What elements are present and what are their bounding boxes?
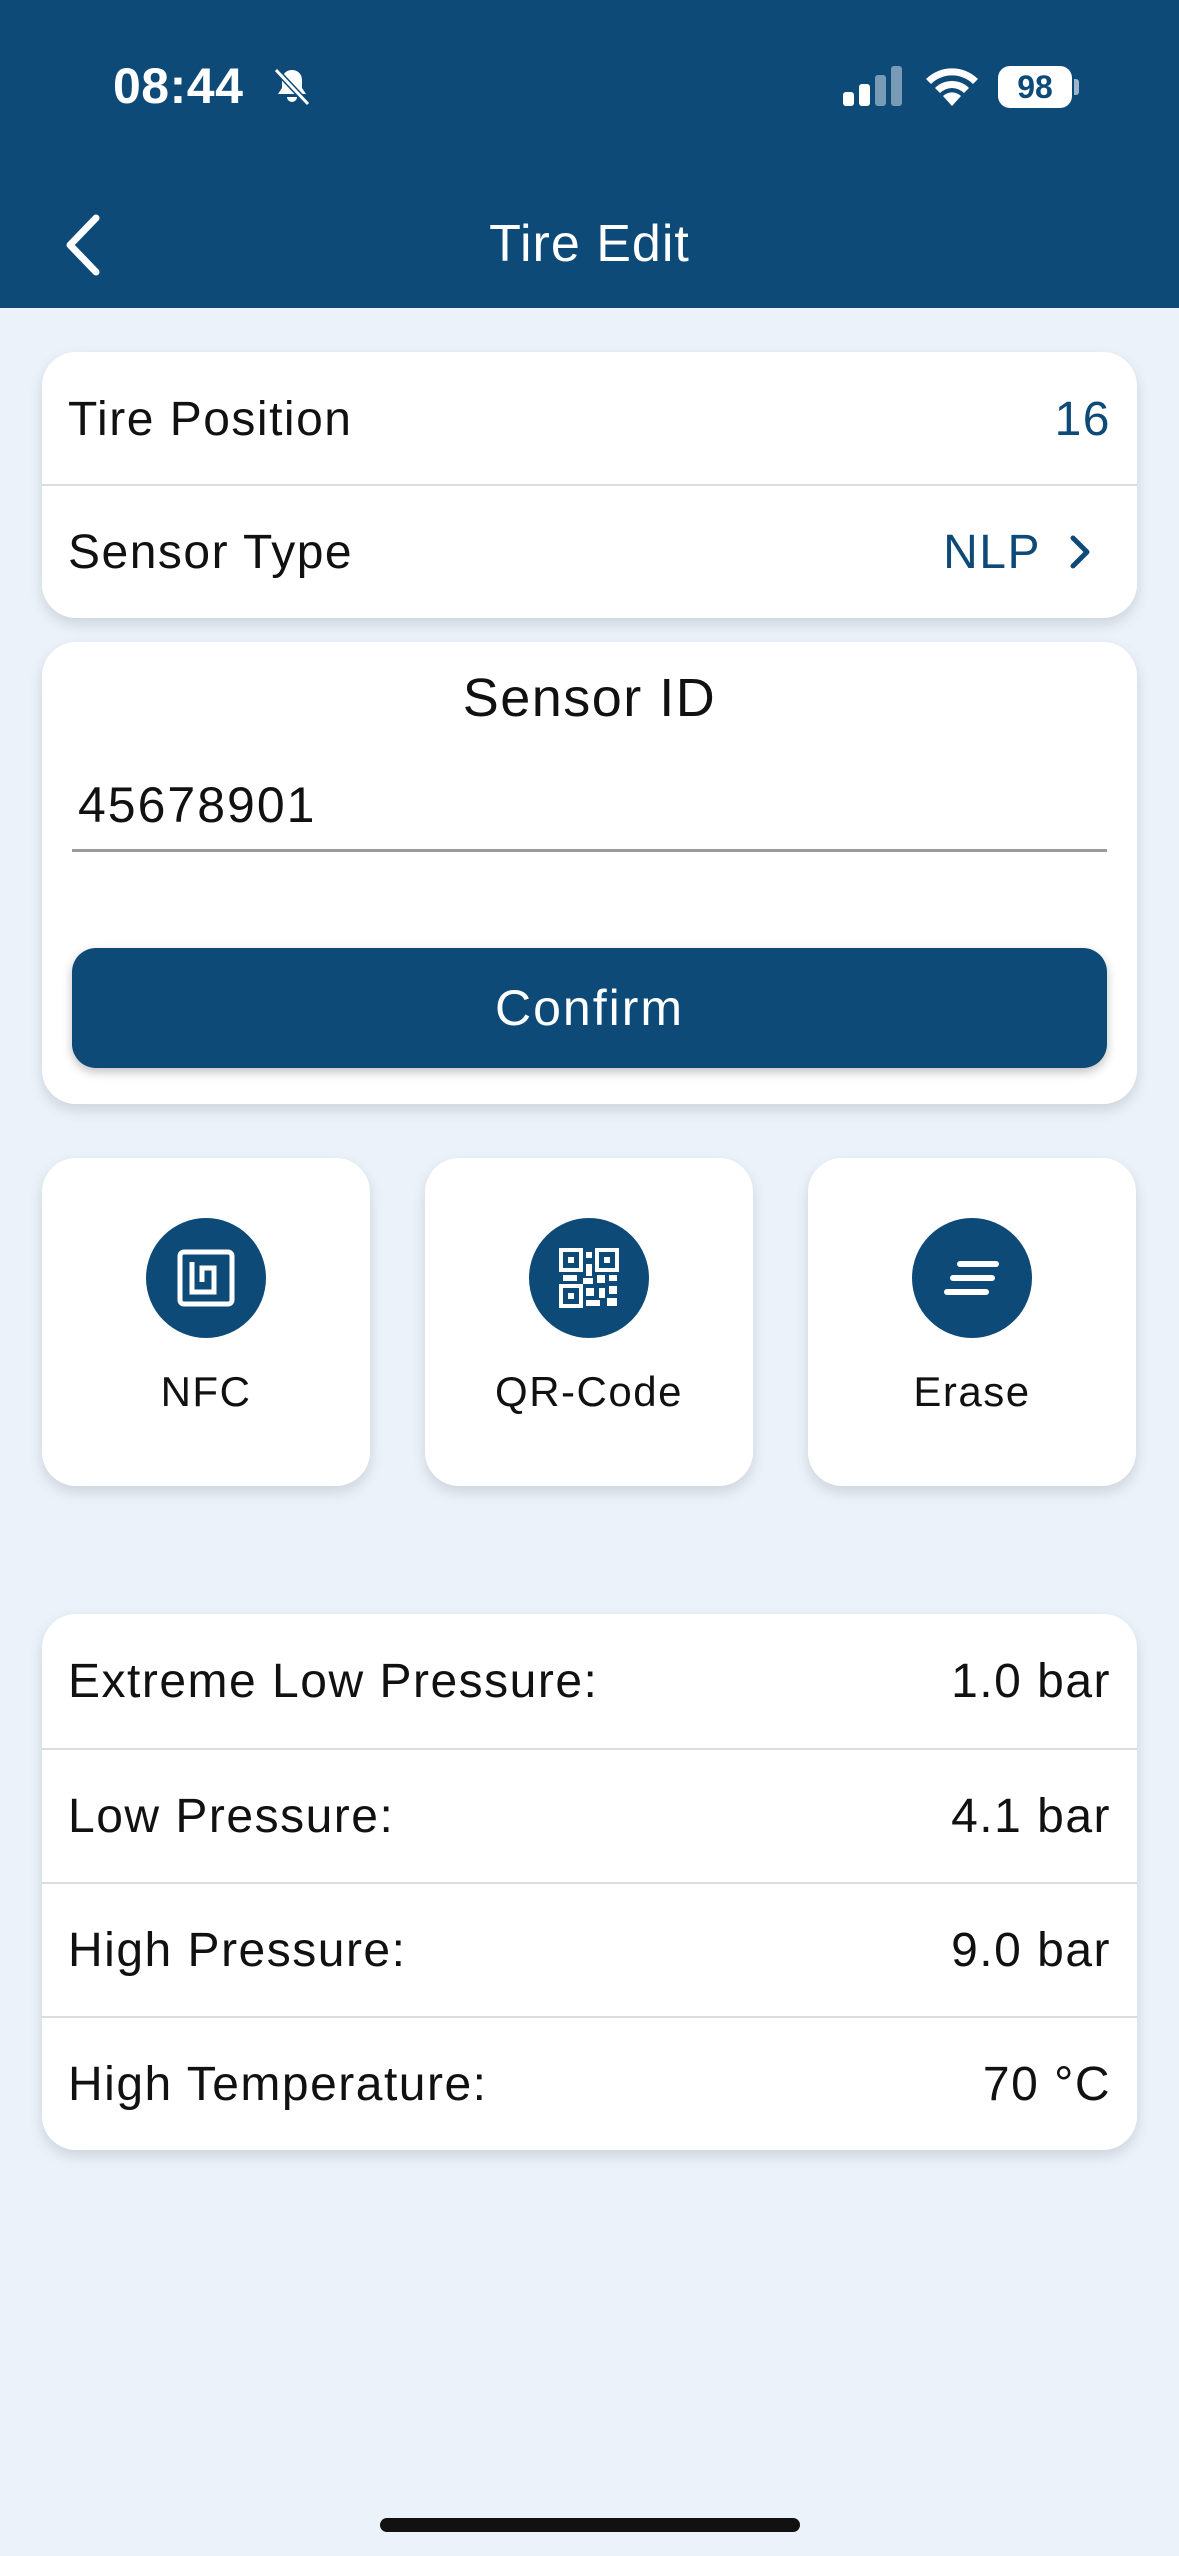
high-pressure-label: High Pressure: [68,1923,407,1977]
threshold-row: Extreme Low Pressure: 1.0 bar [42,1614,1137,1748]
page-title: Tire Edit [489,215,690,273]
signal-icon [843,66,902,106]
nfc-button[interactable]: NFC [42,1158,370,1486]
high-temperature-value: 70 °C [982,2057,1111,2111]
tire-info-card: Tire Position 16 Sensor Type NLP [42,352,1137,618]
tire-position-value: 16 [1054,392,1111,446]
threshold-row: High Pressure: 9.0 bar [42,1882,1137,2016]
sensor-type-value: NLP [943,525,1041,579]
battery-cap [1074,79,1079,95]
confirm-button[interactable]: Confirm [72,948,1107,1068]
erase-icon-circle [912,1218,1032,1338]
nfc-label: NFC [160,1368,252,1415]
sensor-type-value-group: NLP [943,525,1111,580]
app-header: 08:44 98 Tire Edit [0,0,1179,308]
nfc-icon-circle [146,1218,266,1338]
high-pressure-value: 9.0 bar [951,1923,1111,1977]
tire-position-row: Tire Position 16 [42,352,1137,486]
qr-code-label: QR-Code [495,1368,683,1415]
erase-icon [944,1261,999,1295]
qr-code-icon [559,1248,619,1308]
status-time: 08:44 [113,58,244,114]
sensor-type-row[interactable]: Sensor Type NLP [42,484,1137,618]
qr-code-icon-circle [529,1218,649,1338]
low-pressure-label: Low Pressure: [68,1789,395,1843]
sensor-id-input[interactable] [72,760,1107,852]
high-temperature-label: High Temperature: [68,2057,488,2111]
qr-code-button[interactable]: QR-Code [425,1158,753,1486]
extreme-low-pressure-value: 1.0 bar [951,1654,1111,1708]
tire-position-label: Tire Position [68,392,353,446]
bell-slash-icon [273,67,311,107]
threshold-row: Low Pressure: 4.1 bar [42,1748,1137,1882]
battery-level: 98 [998,66,1072,108]
chevron-right-icon [1070,535,1090,569]
home-indicator[interactable] [380,2518,800,2532]
thresholds-card: Extreme Low Pressure: 1.0 bar Low Pressu… [42,1614,1137,2150]
sensor-id-title: Sensor ID [462,668,717,728]
nfc-icon [177,1249,235,1307]
erase-label: Erase [913,1368,1031,1415]
battery-icon: 98 [998,66,1079,108]
threshold-row: High Temperature: 70 °C [42,2016,1137,2150]
sensor-type-label: Sensor Type [68,525,354,579]
low-pressure-value: 4.1 bar [951,1789,1111,1843]
sensor-id-card: Sensor ID Confirm [42,642,1137,1104]
erase-button[interactable]: Erase [808,1158,1136,1486]
extreme-low-pressure-label: Extreme Low Pressure: [68,1654,599,1708]
wifi-icon [926,68,978,106]
